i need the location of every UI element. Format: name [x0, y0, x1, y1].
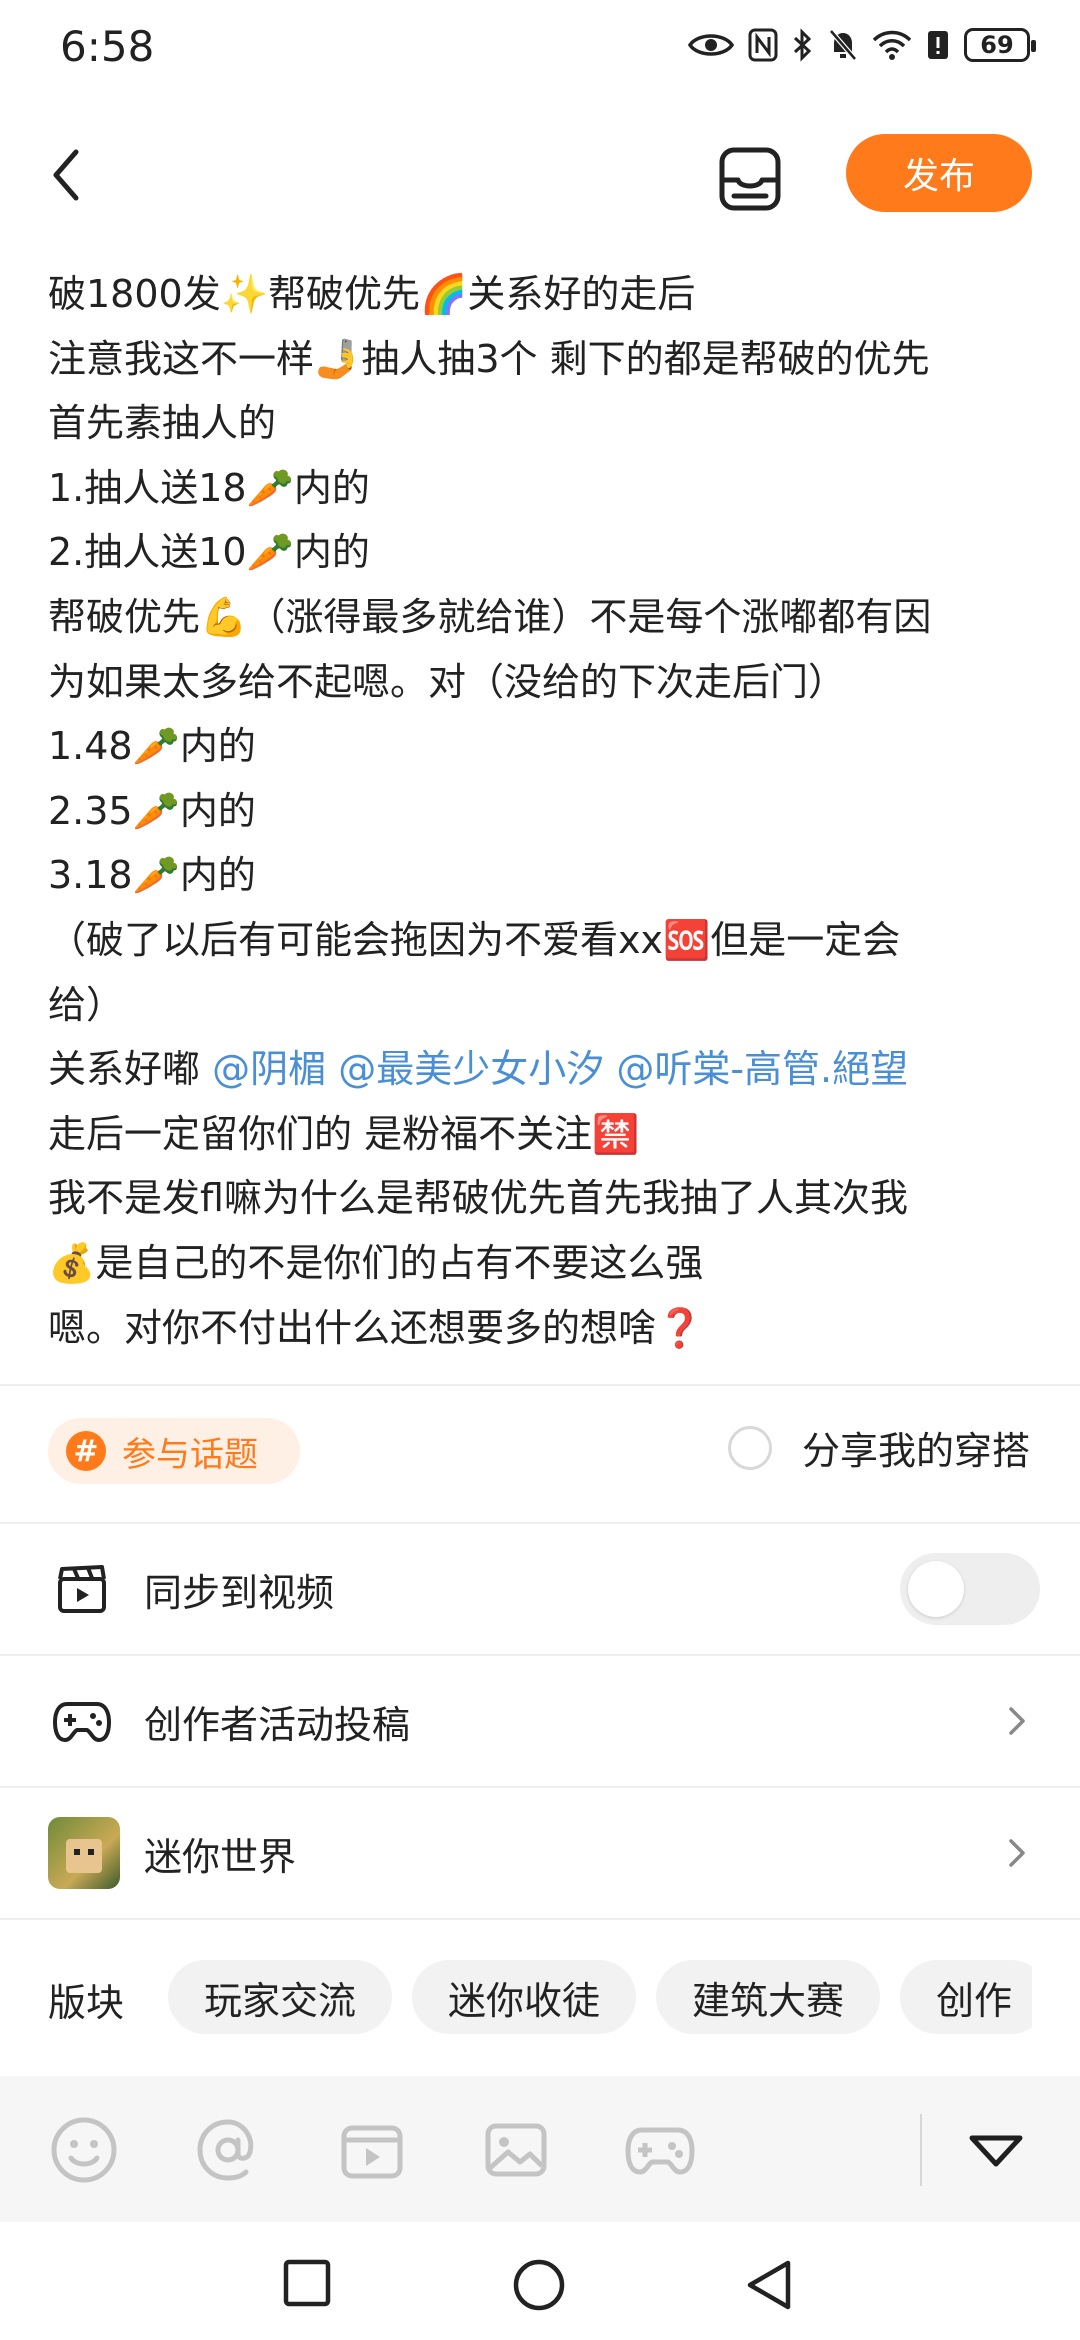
- post-line: 💰是自己的不是你们的占有不要这么强: [48, 1240, 704, 1285]
- sync-video-label: 同步到视频: [144, 1570, 335, 1615]
- post-line: 2.抽人送10🥕内的: [48, 530, 370, 575]
- section-selector: 版块 玩家交流 迷你收徒 建筑大赛 创作: [0, 1960, 1080, 2036]
- mention-line: 关系好嘟 @阴楣 @最美少女小汐 @听棠-高管.絕望: [48, 1037, 1038, 1102]
- game-row[interactable]: 迷你世界: [0, 1788, 1080, 1918]
- chevron-right-icon: [1009, 1839, 1025, 1867]
- status-time: 6:58: [60, 22, 155, 71]
- post-line: 嗯。对你不付出什么还想要多的想啥❓: [48, 1305, 704, 1350]
- creator-activity-label: 创作者活动投稿: [144, 1702, 411, 1747]
- post-line: 1.48🥕内的: [48, 724, 256, 769]
- game-controller-icon[interactable]: [624, 2114, 696, 2186]
- creator-activity-row[interactable]: 创作者活动投稿: [0, 1656, 1080, 1786]
- toolbar-separator: [920, 2114, 922, 2186]
- share-outfit-option[interactable]: 分享我的穿搭: [727, 1420, 1030, 1475]
- section-chip[interactable]: 创作: [900, 1960, 1032, 2034]
- video-icon[interactable]: [336, 2114, 408, 2186]
- post-line: 2.35🥕内的: [48, 788, 256, 833]
- game-thumbnail: [48, 1817, 120, 1889]
- eye-icon: [688, 34, 734, 56]
- collapse-keyboard-icon[interactable]: [960, 2114, 1032, 2186]
- mention-user[interactable]: @最美少女小汐: [338, 1047, 604, 1091]
- gamepad-icon: [52, 1691, 112, 1751]
- join-topic-chip[interactable]: # 参与话题: [48, 1418, 300, 1484]
- post-line: （破了以后有可能会拖因为不爱看xx🆘但是一定会: [48, 917, 901, 962]
- section-title: 版块: [48, 1981, 125, 2025]
- post-line: 首先素抽人的: [48, 401, 277, 446]
- section-chips[interactable]: 玩家交流 迷你收徒 建筑大赛 创作: [168, 1960, 1032, 2034]
- post-line: 注意我这不一样🤳抽人抽3个 剩下的都是帮破的优先: [48, 336, 930, 381]
- emoji-icon[interactable]: [48, 2114, 120, 2186]
- share-outfit-label: 分享我的穿搭: [801, 1429, 1030, 1473]
- mention-icon[interactable]: [192, 2114, 264, 2186]
- post-line: 走后一定留你们的 是粉福不关注🈲: [48, 1111, 640, 1156]
- post-line: 我不是发fl嘛为什么是帮破优先首先我抽了人其次我: [48, 1176, 908, 1221]
- mention-user[interactable]: @听棠-高管.絕望: [616, 1047, 908, 1091]
- editor-toolbar: [0, 2076, 1080, 2222]
- nfc-icon: [748, 28, 778, 62]
- divider: [0, 1918, 1080, 1920]
- wifi-icon: [872, 30, 912, 60]
- back-nav-icon[interactable]: [744, 2258, 794, 2312]
- section-chip[interactable]: 建筑大赛: [656, 1960, 881, 2034]
- draft-box-icon[interactable]: [710, 140, 790, 220]
- alert-icon: [928, 31, 948, 59]
- editor-header: 发布: [0, 120, 1080, 230]
- join-topic-label: 参与话题: [122, 1434, 258, 1475]
- image-icon[interactable]: [480, 2114, 552, 2186]
- post-content[interactable]: 破1800发✨帮破优先🌈关系好的走后 注意我这不一样🤳抽人抽3个 剩下的都是帮破…: [48, 262, 1038, 1360]
- back-arrow-icon[interactable]: [40, 140, 100, 210]
- mention-user[interactable]: @阴楣: [212, 1047, 326, 1091]
- mention-prefix: 关系好嘟: [48, 1047, 213, 1092]
- sync-video-row[interactable]: 同步到视频: [0, 1524, 1080, 1654]
- divider: [0, 1384, 1080, 1386]
- share-outfit-radio[interactable]: [727, 1425, 772, 1470]
- post-line: 为如果太多给不起嗯。对（没给的下次走后门）: [48, 659, 847, 704]
- clapperboard-icon: [52, 1559, 112, 1619]
- post-line: 给）: [48, 982, 125, 1027]
- toggle-knob: [908, 1561, 964, 1617]
- mute-bell-icon: [829, 29, 857, 61]
- post-line: 1.抽人送18🥕内的: [48, 465, 370, 510]
- section-chip[interactable]: 玩家交流: [168, 1960, 393, 2034]
- recents-icon[interactable]: [282, 2258, 332, 2308]
- game-label: 迷你世界: [144, 1834, 297, 1879]
- post-line: 破1800发✨帮破优先🌈关系好的走后: [48, 272, 696, 316]
- battery-icon: 69: [964, 28, 1036, 62]
- sync-video-toggle[interactable]: [900, 1553, 1040, 1625]
- mini-world-logo: [48, 1817, 120, 1889]
- home-icon[interactable]: [512, 2258, 566, 2312]
- post-line: 帮破优先💪（涨得最多就给谁）不是每个涨嘟都有因: [48, 594, 932, 639]
- hashtag-icon: #: [66, 1431, 106, 1471]
- system-nav-bar: [0, 2222, 1080, 2340]
- publish-button[interactable]: 发布: [846, 134, 1032, 212]
- post-line: 3.18🥕内的: [48, 853, 256, 898]
- status-bar: 6:58 69: [0, 0, 1080, 100]
- bluetooth-icon: [793, 28, 812, 62]
- status-icons: 69: [688, 28, 1036, 62]
- section-chip[interactable]: 迷你收徒: [412, 1960, 637, 2034]
- chevron-right-icon: [1009, 1707, 1025, 1735]
